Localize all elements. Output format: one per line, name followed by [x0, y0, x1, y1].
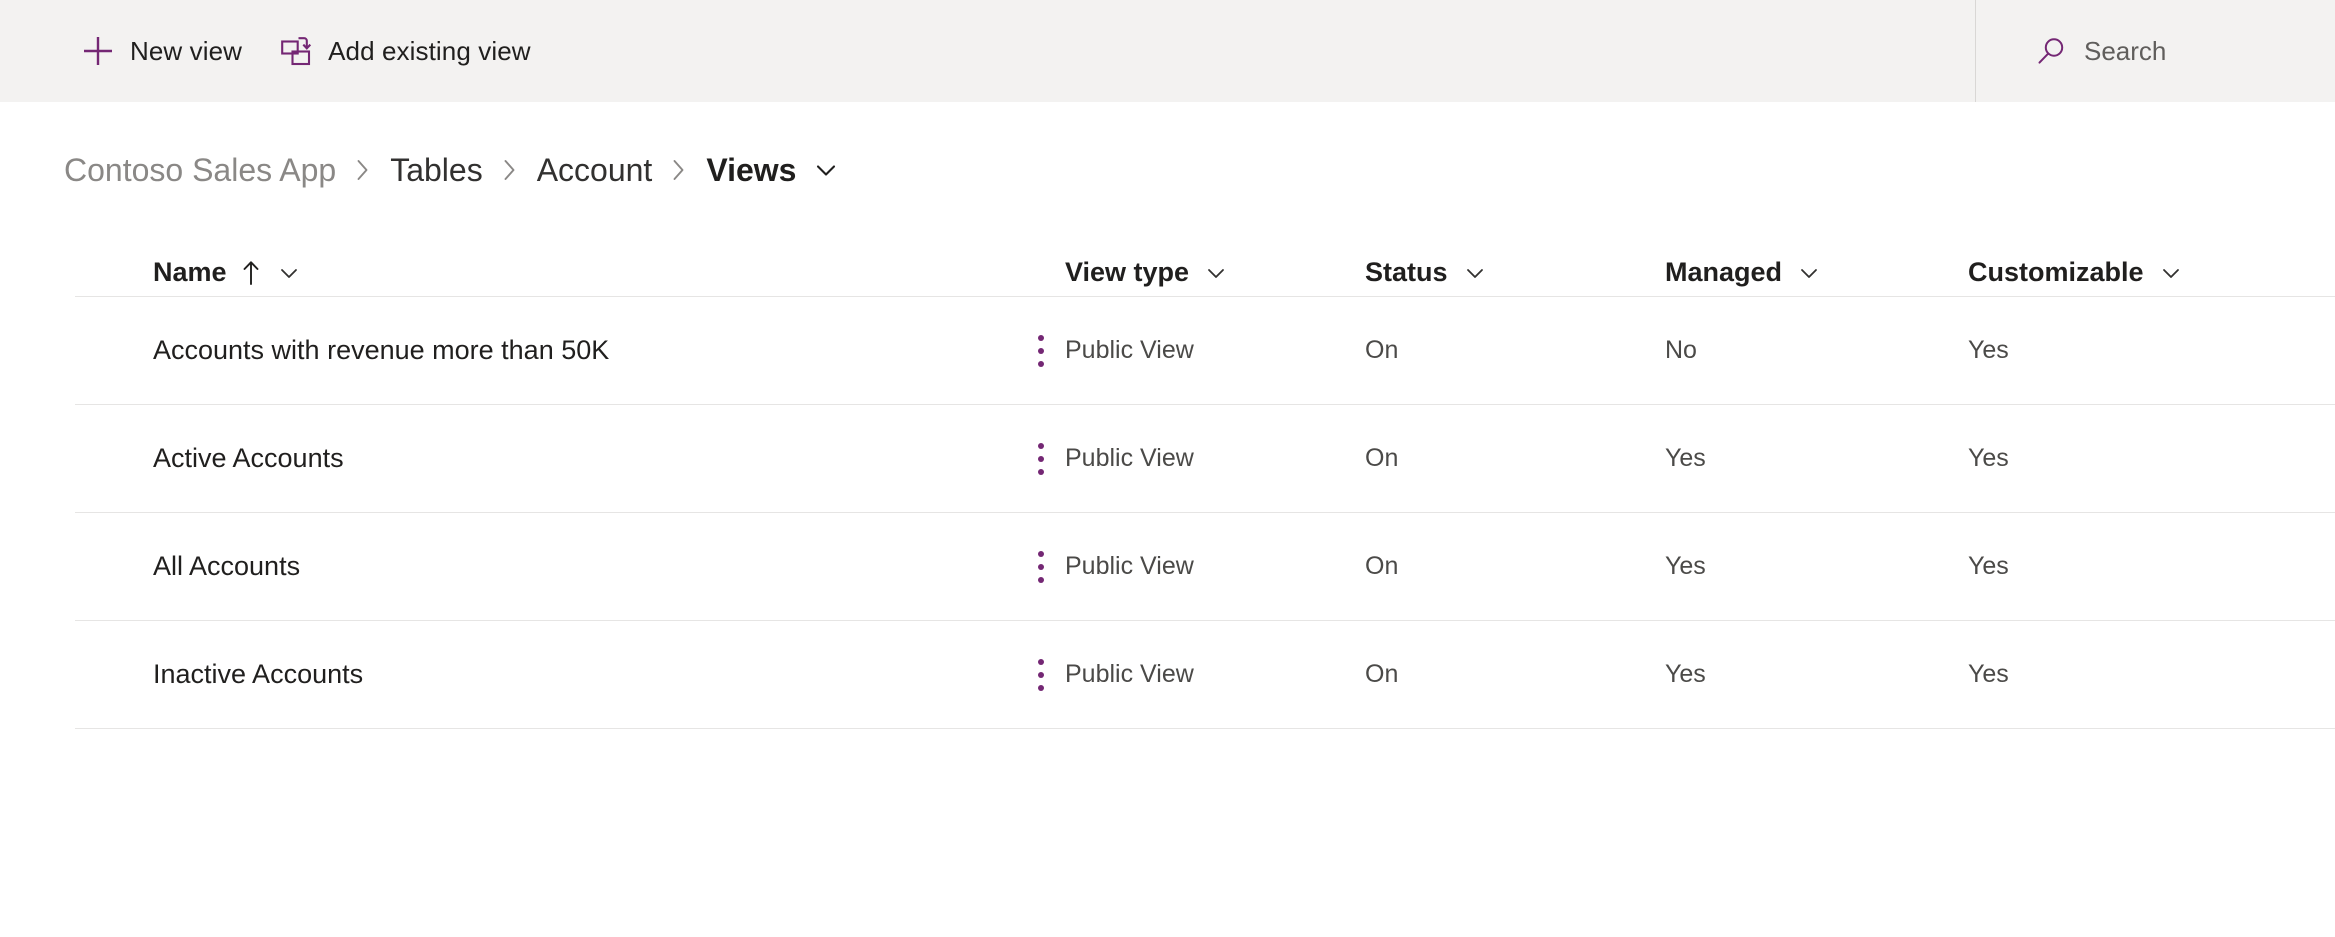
breadcrumb-separator — [500, 156, 520, 184]
cell-name: Inactive Accounts — [0, 658, 1065, 691]
add-existing-view-icon — [278, 33, 314, 69]
table-row[interactable]: Accounts with revenue more than 50K Publ… — [0, 297, 2335, 404]
search-icon — [2034, 34, 2068, 68]
more-vertical-icon[interactable] — [1024, 328, 1058, 374]
cell-managed: No — [1665, 336, 1697, 364]
chevron-down-icon[interactable] — [1462, 260, 1488, 286]
cell-status: On — [1365, 660, 1399, 688]
views-list: Name View type Status Managed Customizab… — [0, 228, 2335, 729]
column-header-name-cell: Name — [0, 257, 1065, 288]
column-header-managed-cell: Managed — [1665, 257, 1968, 288]
new-view-label: New view — [130, 35, 243, 66]
breadcrumb-item-views: Views — [706, 151, 797, 188]
cell-name: Active Accounts — [0, 442, 1065, 475]
cell-view-type: Public View — [1065, 444, 1194, 472]
view-name: Active Accounts — [153, 443, 344, 473]
column-header-customizable-cell: Customizable — [1968, 257, 2335, 288]
cell-customizable: Yes — [1968, 444, 2009, 472]
plus-icon — [80, 33, 116, 69]
column-header-status-label: Status — [1365, 257, 1448, 287]
table-row[interactable]: All Accounts Public View On Yes Yes — [0, 513, 2335, 620]
table-row[interactable]: Active Accounts Public View On Yes Yes — [0, 405, 2335, 512]
cell-status: On — [1365, 552, 1399, 580]
column-header-view-type-label: View type — [1065, 257, 1190, 287]
view-name: Accounts with revenue more than 50K — [153, 335, 610, 365]
column-header-view-type-cell: View type — [1065, 257, 1365, 288]
cell-view-type: Public View — [1065, 552, 1194, 580]
breadcrumb-item-contoso-sales-app[interactable]: Contoso Sales App — [64, 152, 336, 189]
new-view-button[interactable]: New view — [62, 0, 260, 102]
more-vertical-icon[interactable] — [1024, 652, 1058, 698]
command-bar: New view Add existing view — [0, 0, 2335, 102]
breadcrumb-item-account[interactable]: Account — [537, 152, 653, 189]
cell-managed: Yes — [1665, 552, 1706, 580]
breadcrumb: Contoso Sales App Tables Account Views — [0, 145, 2335, 195]
cell-customizable: Yes — [1968, 660, 2009, 688]
column-header-customizable[interactable]: Customizable — [1968, 257, 2335, 288]
cell-status: On — [1365, 336, 1399, 364]
command-bar-actions: New view Add existing view — [0, 0, 549, 102]
cell-name: Accounts with revenue more than 50K — [0, 334, 1065, 367]
table-row-separator — [75, 728, 2335, 729]
chevron-down-icon[interactable] — [811, 155, 841, 185]
column-header-customizable-label: Customizable — [1968, 257, 2144, 287]
search-box[interactable] — [1976, 0, 2335, 102]
breadcrumb-separator — [353, 156, 373, 184]
table-row[interactable]: Inactive Accounts Public View On Yes Yes — [0, 621, 2335, 728]
search-input[interactable] — [2084, 35, 2335, 67]
column-header-name-label: Name — [153, 257, 227, 287]
chevron-down-icon[interactable] — [2158, 260, 2184, 286]
table-header-row: Name View type Status Managed Customizab… — [0, 228, 2335, 296]
cell-status: On — [1365, 444, 1399, 472]
column-header-name[interactable]: Name — [153, 257, 1065, 288]
chevron-down-icon[interactable] — [1203, 260, 1229, 286]
cell-view-type: Public View — [1065, 336, 1194, 364]
view-name: Inactive Accounts — [153, 659, 364, 689]
cell-name: All Accounts — [0, 550, 1065, 583]
column-header-managed[interactable]: Managed — [1665, 257, 1968, 288]
more-vertical-icon[interactable] — [1024, 436, 1058, 482]
breadcrumb-separator — [669, 156, 689, 184]
column-header-status[interactable]: Status — [1365, 257, 1665, 288]
more-vertical-icon[interactable] — [1024, 544, 1058, 590]
cell-managed: Yes — [1665, 444, 1706, 472]
breadcrumb-item-tables[interactable]: Tables — [390, 152, 483, 189]
cell-customizable: Yes — [1968, 552, 2009, 580]
add-existing-view-label: Add existing view — [328, 35, 531, 66]
arrow-up-icon — [240, 258, 262, 288]
chevron-down-icon[interactable] — [1796, 260, 1822, 286]
chevron-down-icon[interactable] — [276, 260, 302, 286]
column-header-managed-label: Managed — [1665, 257, 1783, 287]
add-existing-view-button[interactable]: Add existing view — [260, 0, 549, 102]
cell-customizable: Yes — [1968, 336, 2009, 364]
cell-view-type: Public View — [1065, 660, 1194, 688]
cell-managed: Yes — [1665, 660, 1706, 688]
column-header-status-cell: Status — [1365, 257, 1665, 288]
view-name: All Accounts — [153, 551, 301, 581]
column-header-view-type[interactable]: View type — [1065, 257, 1365, 288]
